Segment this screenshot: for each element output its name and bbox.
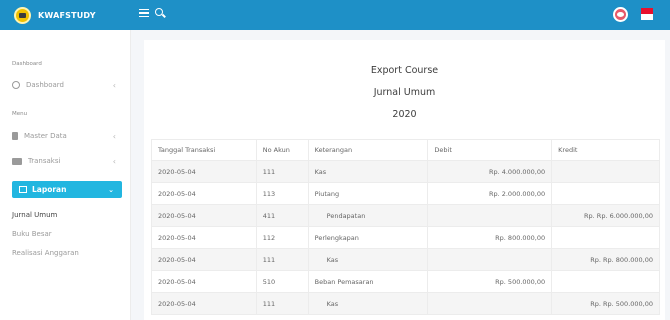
- cell-credit: [551, 160, 660, 183]
- header-credit: Kredit: [551, 139, 660, 161]
- sidebar-item-master-data[interactable]: Master Data ‹: [12, 129, 122, 143]
- table-row: 2020-05-04 411 Pendapatan Rp. Rp. 6.000.…: [151, 204, 660, 227]
- header-debit: Debit: [427, 139, 553, 161]
- chevron-left-icon: ‹: [112, 131, 116, 141]
- file-icon: [12, 132, 18, 140]
- sidebar-item-dashboard[interactable]: Dashboard ‹: [12, 78, 122, 92]
- cell-debit: [427, 248, 553, 271]
- cell-debit: [427, 292, 553, 315]
- report-panel: Export Course Jurnal Umum 2020 Tanggal T…: [144, 40, 665, 320]
- header-description: Keterangan: [307, 139, 429, 161]
- cell-description: Kas: [307, 160, 429, 183]
- chevron-left-icon: ‹: [112, 80, 116, 90]
- cell-date: 2020-05-04: [151, 204, 257, 227]
- sub-item-realisasi-anggaran[interactable]: Realisasi Anggaran: [12, 249, 79, 257]
- report-year: 2020: [392, 109, 417, 120]
- cell-date: 2020-05-04: [151, 270, 257, 293]
- cell-credit: Rp. Rp. 800.000,00: [551, 248, 660, 271]
- brand-name: KWAFSTUDY: [38, 10, 96, 20]
- sidebar-item-master-data-label: Master Data: [24, 132, 67, 140]
- cell-description: Perlengkapan: [307, 226, 429, 249]
- cell-debit: [427, 204, 553, 227]
- cell-account: 111: [255, 160, 309, 183]
- user-avatar-icon[interactable]: [613, 7, 628, 22]
- cell-credit: [551, 270, 660, 293]
- cell-description: Piutang: [307, 182, 429, 205]
- folder-icon: [12, 157, 22, 165]
- table-row: 2020-05-04 112 Perlengkapan Rp. 800.000,…: [151, 226, 660, 249]
- header-account: No Akun: [255, 139, 309, 161]
- cell-description: Beban Pemasaran: [307, 270, 429, 293]
- cell-description: Kas: [307, 248, 429, 271]
- cell-account: 111: [255, 248, 309, 271]
- menu-icon[interactable]: [139, 9, 149, 17]
- flag-indonesia-icon[interactable]: [641, 8, 653, 20]
- brand[interactable]: KWAFSTUDY: [0, 0, 131, 30]
- cell-account: 510: [255, 270, 309, 293]
- sidebar-item-laporan[interactable]: Laporan ⌄: [12, 181, 122, 198]
- cell-debit: Rp. 4.000.000,00: [427, 160, 553, 183]
- sidebar-item-transaksi[interactable]: Transaksi ‹: [12, 154, 122, 168]
- chevron-down-icon: ⌄: [108, 185, 114, 194]
- sidebar-item-transaksi-label: Transaksi: [28, 157, 61, 165]
- report-subtitle: Jurnal Umum: [373, 87, 436, 98]
- sidebar-item-laporan-label: Laporan: [32, 185, 67, 194]
- cell-credit: Rp. Rp. 6.000.000,00: [551, 204, 660, 227]
- cell-description: Kas: [307, 292, 429, 315]
- cell-credit: Rp. Rp. 500.000,00: [551, 292, 660, 315]
- table-row: 2020-05-04 510 Beban Pemasaran Rp. 500.0…: [151, 270, 660, 293]
- cell-account: 112: [255, 226, 309, 249]
- journal-table: Tanggal Transaksi No Akun Keterangan Deb…: [151, 139, 660, 315]
- search-icon[interactable]: [155, 8, 163, 16]
- dashboard-icon: [12, 81, 20, 89]
- table-row: 2020-05-04 111 Kas Rp. Rp. 800.000,00: [151, 248, 660, 271]
- sidebar: KWAFSTUDY Dashboard Dashboard ‹ Menu Mas…: [0, 0, 131, 320]
- cell-date: 2020-05-04: [151, 226, 257, 249]
- table-row: 2020-05-04 111 Kas Rp. 4.000.000,00: [151, 160, 660, 183]
- cell-debit: Rp. 800.000,00: [427, 226, 553, 249]
- section-label-menu: Menu: [12, 111, 28, 117]
- chevron-left-icon: ‹: [112, 156, 116, 166]
- sidebar-item-dashboard-label: Dashboard: [26, 81, 64, 89]
- topbar: [131, 0, 670, 30]
- cell-date: 2020-05-04: [151, 160, 257, 183]
- cell-description-text: Kas: [326, 255, 339, 264]
- table-icon: [19, 186, 27, 193]
- cell-date: 2020-05-04: [151, 248, 257, 271]
- sub-item-jurnal-umum[interactable]: Jurnal Umum: [12, 211, 57, 219]
- table-row: 2020-05-04 113 Piutang Rp. 2.000.000,00: [151, 182, 660, 205]
- cell-debit: Rp. 2.000.000,00: [427, 182, 553, 205]
- cell-description-text: Pendapatan: [326, 211, 366, 220]
- cell-account: 111: [255, 292, 309, 315]
- brand-logo-icon: [14, 6, 31, 24]
- cell-description: Pendapatan: [307, 204, 429, 227]
- cell-credit: [551, 226, 660, 249]
- section-label-dashboard: Dashboard: [12, 61, 42, 67]
- report-title: Export Course: [370, 65, 439, 76]
- sub-item-buku-besar[interactable]: Buku Besar: [12, 230, 52, 238]
- cell-date: 2020-05-04: [151, 182, 257, 205]
- table-row: 2020-05-04 111 Kas Rp. Rp. 500.000,00: [151, 292, 660, 315]
- table-header-row: Tanggal Transaksi No Akun Keterangan Deb…: [151, 139, 660, 161]
- cell-debit: Rp. 500.000,00: [427, 270, 553, 293]
- cell-date: 2020-05-04: [151, 292, 257, 315]
- cell-account: 113: [255, 182, 309, 205]
- cell-description-text: Kas: [326, 299, 339, 308]
- cell-credit: [551, 182, 660, 205]
- cell-account: 411: [255, 204, 309, 227]
- header-date: Tanggal Transaksi: [151, 139, 257, 161]
